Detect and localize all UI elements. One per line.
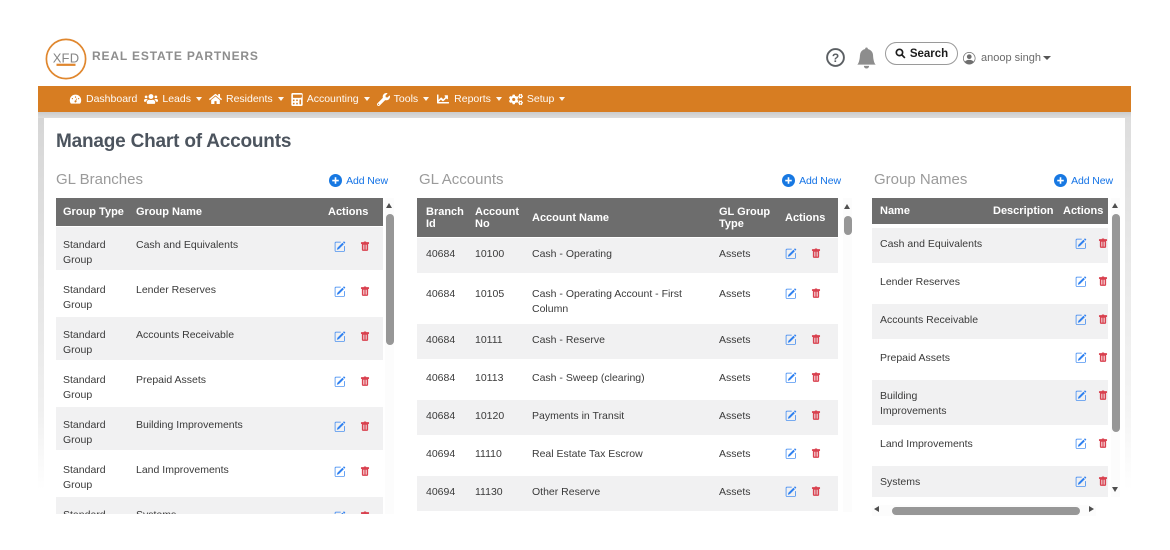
- svg-text:XFD: XFD: [53, 51, 80, 66]
- svg-text:?: ?: [832, 51, 839, 65]
